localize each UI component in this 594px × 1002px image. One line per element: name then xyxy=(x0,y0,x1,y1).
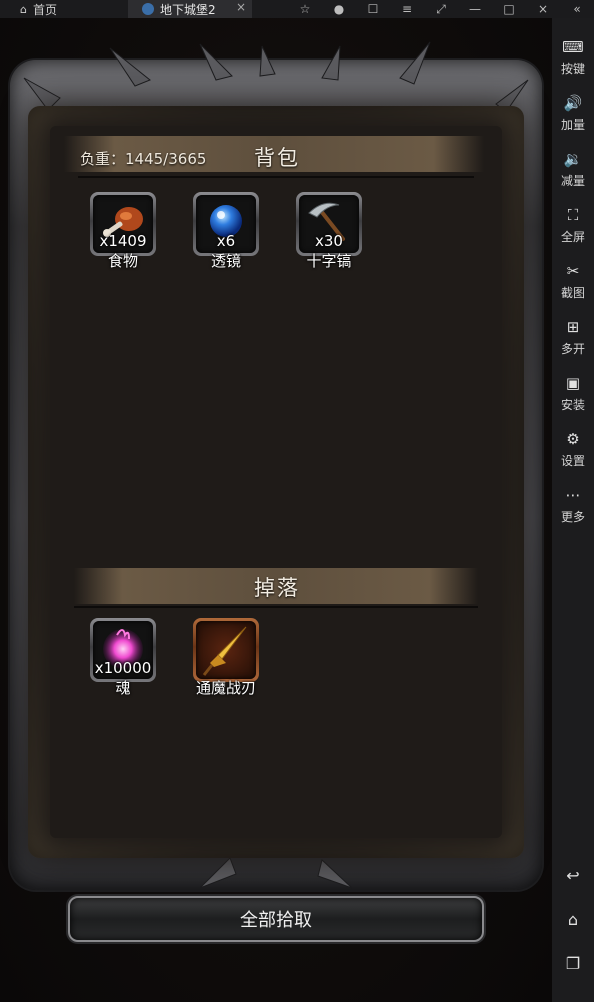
tab-game[interactable]: 地下城堡2 × xyxy=(128,0,252,18)
sidebar-item-more[interactable]: ⋯ 更多 xyxy=(552,486,594,525)
sidebar-item-label: 加量 xyxy=(560,118,585,132)
drops-title: 掉落 xyxy=(254,576,300,600)
close-icon[interactable]: × xyxy=(526,2,560,16)
apk-icon: ▣ xyxy=(565,374,581,392)
sidebar-item-fullscreen[interactable]: ⛶ 全屏 xyxy=(552,206,594,245)
drop-slot-blade[interactable] xyxy=(193,618,259,682)
back-icon[interactable]: ↩ xyxy=(552,866,594,885)
scissors-icon: ✂ xyxy=(566,262,580,280)
sidebar-item-label: 设置 xyxy=(560,454,585,468)
tab-close-icon[interactable]: × xyxy=(236,0,246,14)
sidebar-item-volume-down[interactable]: 🔉 减量 xyxy=(552,150,594,189)
item-name-food: 食物 xyxy=(107,252,138,270)
game-icon xyxy=(142,3,154,15)
message-icon[interactable]: ☐ xyxy=(356,2,390,16)
item-name-lens: 透镜 xyxy=(210,252,241,270)
volume-up-icon: 🔊 xyxy=(563,94,583,112)
tab-game-label: 地下城堡2 xyxy=(160,2,216,17)
sidebar-item-label: 安装 xyxy=(560,398,585,412)
tab-home-label: 首页 xyxy=(32,2,57,17)
backpack-title: 背包 xyxy=(254,146,300,170)
item-count-food: x1409 xyxy=(99,232,147,250)
item-count-lens: x6 xyxy=(216,232,236,250)
more-icon: ⋯ xyxy=(565,486,581,504)
multi-window-icon: ⊞ xyxy=(566,318,580,336)
home-icon: ⌂ xyxy=(20,2,27,16)
keyboard-icon: ⌨ xyxy=(562,38,584,56)
emulator-tab-bar: ⌂ 首页 地下城堡2 × ☆ ● ☐ ≡ ⤢ — □ × « xyxy=(0,0,594,18)
game-viewport: 负重：1445/3665 背包 x1409 食物 x6 透镜 x30 十字镐 掉… xyxy=(0,18,552,1002)
minimize-icon[interactable]: — xyxy=(458,2,492,16)
backpack-header-divider xyxy=(78,176,474,178)
volume-down-icon: 🔉 xyxy=(563,150,583,168)
pickup-all-label: 全部拾取 xyxy=(240,910,312,931)
drop-name-blade: 通魔战刃 xyxy=(195,679,256,697)
sidebar-item-screenshot[interactable]: ✂ 截图 xyxy=(552,262,594,301)
weight-readout: 负重：1445/3665 xyxy=(80,150,207,168)
sidebar-item-multi-instance[interactable]: ⊞ 多开 xyxy=(552,318,594,357)
pickup-all-button[interactable]: 全部拾取 xyxy=(68,896,484,942)
gear-icon: ⚙ xyxy=(566,430,580,448)
tab-home[interactable]: ⌂ 首页 xyxy=(0,0,128,18)
item-name-pickaxe: 十字镐 xyxy=(306,252,352,270)
home-icon[interactable]: ⌂ xyxy=(552,910,594,929)
drop-count-soul: x10000 xyxy=(94,659,152,677)
sidebar-item-install-apk[interactable]: ▣ 安装 xyxy=(552,374,594,413)
drops-header-divider xyxy=(74,606,478,608)
item-count-pickaxe: x30 xyxy=(315,232,343,250)
sidebar-item-settings[interactable]: ⚙ 设置 xyxy=(552,430,594,469)
sidebar-item-label: 全屏 xyxy=(560,230,585,244)
sidebar-item-label: 截图 xyxy=(560,286,585,300)
sidebar-item-keymap[interactable]: ⌨ 按键 xyxy=(552,38,594,77)
menu-icon[interactable]: ≡ xyxy=(390,2,424,16)
account-icon[interactable]: ● xyxy=(322,2,356,16)
drop-name-soul: 魂 xyxy=(115,679,131,697)
collapse-sidebar-icon[interactable]: « xyxy=(560,2,594,16)
popout-icon[interactable]: ⤢ xyxy=(424,2,458,17)
recent-apps-icon[interactable]: ❐ xyxy=(552,954,594,973)
window-controls: ☆ ● ☐ ≡ ⤢ — □ × « xyxy=(288,0,594,18)
fullscreen-icon: ⛶ xyxy=(567,206,579,224)
golden-blade-icon xyxy=(202,626,247,676)
emulator-sidebar: ⌨ 按键 🔊 加量 🔉 减量 ⛶ 全屏 ✂ 截图 ⊞ 多开 ▣ 安装 ⚙ 设置 … xyxy=(552,18,594,1002)
sidebar-item-label: 多开 xyxy=(560,342,585,356)
sidebar-item-label: 减量 xyxy=(560,174,585,188)
maximize-icon[interactable]: □ xyxy=(492,2,526,16)
sidebar-item-volume-up[interactable]: 🔊 加量 xyxy=(552,94,594,133)
sidebar-item-label: 按键 xyxy=(560,62,585,76)
star-icon[interactable]: ☆ xyxy=(288,2,322,16)
sidebar-item-label: 更多 xyxy=(560,510,585,524)
